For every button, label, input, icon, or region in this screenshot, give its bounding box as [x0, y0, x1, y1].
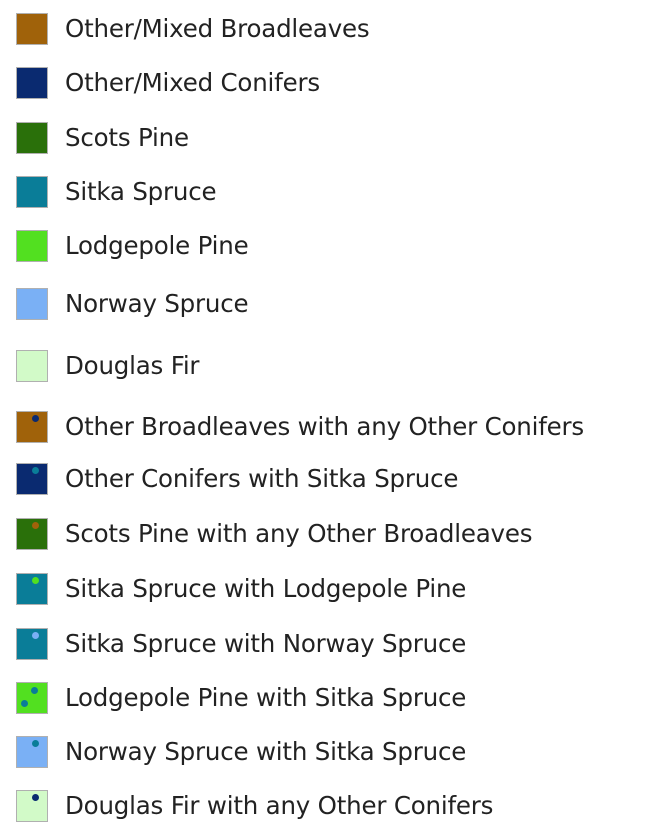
legend-item: Other/Mixed Conifers	[16, 63, 320, 103]
legend-item-label: Douglas Fir	[65, 350, 200, 380]
legend-swatch-dot	[32, 740, 39, 747]
legend-swatch-dot	[32, 632, 39, 639]
legend-swatch	[16, 518, 48, 550]
legend-item-label: Norway Spruce	[65, 288, 249, 318]
legend-item-label: Douglas Fir with any Other Conifers	[65, 790, 494, 820]
legend-item: Lodgepole Pine	[16, 226, 249, 266]
legend-item-label: Other Broadleaves with any Other Conifer…	[65, 411, 584, 441]
legend-swatch-dot	[21, 700, 28, 707]
legend-swatch	[16, 573, 48, 605]
legend-item-label: Scots Pine with any Other Broadleaves	[65, 518, 533, 548]
legend-swatch	[16, 411, 48, 443]
legend-swatch	[16, 790, 48, 822]
legend-item-label: Sitka Spruce	[65, 176, 217, 206]
legend-swatch-dot	[31, 687, 38, 694]
legend-item: Norway Spruce	[16, 284, 249, 324]
legend-item-label: Lodgepole Pine	[65, 230, 249, 260]
legend-swatch	[16, 230, 48, 262]
legend-swatch-dot	[32, 577, 39, 584]
legend-swatch-dot	[32, 794, 39, 801]
legend-item: Other Conifers with Sitka Spruce	[16, 459, 458, 499]
legend-swatch-dot	[32, 522, 39, 529]
legend-item-label: Norway Spruce with Sitka Spruce	[65, 736, 467, 766]
legend-item: Scots Pine	[16, 118, 189, 158]
legend-swatch	[16, 682, 48, 714]
legend-item-label: Sitka Spruce with Lodgepole Pine	[65, 573, 467, 603]
legend-item-label: Scots Pine	[65, 122, 189, 152]
legend-swatch	[16, 122, 48, 154]
legend-item-label: Other Conifers with Sitka Spruce	[65, 463, 459, 493]
legend-item: Other/Mixed Broadleaves	[16, 9, 370, 49]
legend-swatch	[16, 176, 48, 208]
legend-item-label: Lodgepole Pine with Sitka Spruce	[65, 682, 467, 712]
legend-item-label: Sitka Spruce with Norway Spruce	[65, 628, 467, 658]
legend-item: Scots Pine with any Other Broadleaves	[16, 514, 532, 554]
legend-swatch	[16, 13, 48, 45]
legend-item-label: Other/Mixed Broadleaves	[65, 13, 370, 43]
legend-swatch	[16, 463, 48, 495]
legend-item: Lodgepole Pine with Sitka Spruce	[16, 678, 466, 718]
legend-item-label: Other/Mixed Conifers	[65, 67, 320, 97]
legend-item: Sitka Spruce with Norway Spruce	[16, 624, 466, 664]
legend-item: Sitka Spruce	[16, 172, 217, 212]
forest-species-legend: Other/Mixed Broadleaves Other/Mixed Conif…	[0, 0, 661, 827]
legend-swatch	[16, 350, 48, 382]
legend-item: Sitka Spruce with Lodgepole Pine	[16, 569, 466, 609]
legend-swatch	[16, 736, 48, 768]
legend-item: Other Broadleaves with any Other Conifer…	[16, 407, 584, 447]
legend-swatch	[16, 628, 48, 660]
legend-item: Douglas Fir	[16, 346, 199, 386]
legend-swatch	[16, 288, 48, 320]
legend-swatch-dot	[32, 467, 39, 474]
legend-item: Douglas Fir with any Other Conifers	[16, 786, 493, 826]
legend-swatch-dot	[32, 415, 39, 422]
legend-item: Norway Spruce with Sitka Spruce	[16, 732, 466, 772]
legend-swatch	[16, 67, 48, 99]
